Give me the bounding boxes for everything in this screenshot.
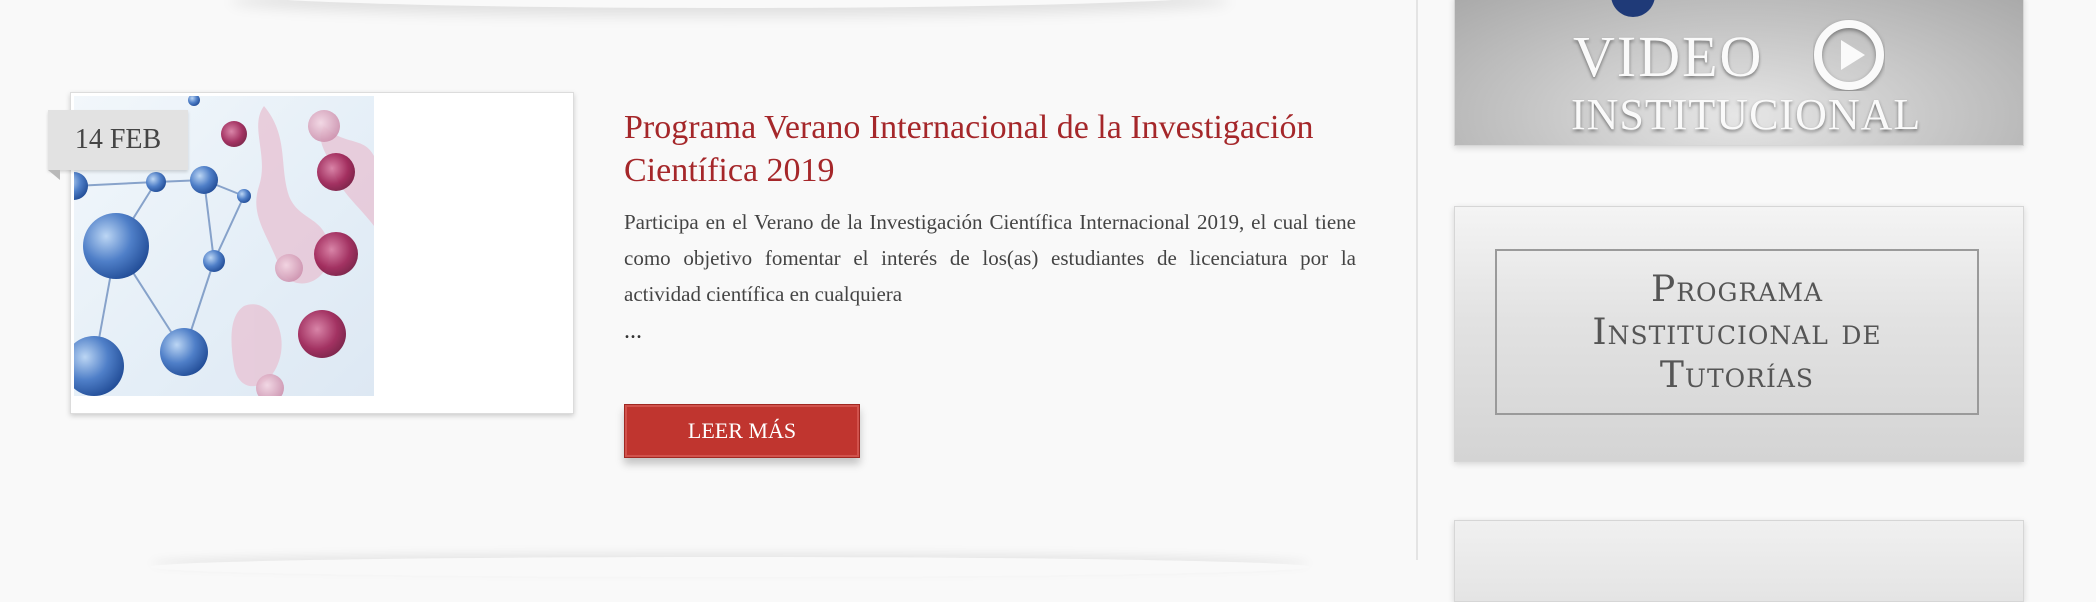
tutorias-banner-text: Programa Institucional de Tutorías (1592, 268, 1881, 397)
video-banner-subtitle: INSTITUCIONAL (1571, 90, 1922, 139)
tutorias-line-2: Institucional de (1592, 311, 1882, 353)
tutorias-line-1: Programa (1650, 268, 1824, 310)
logo-gear-icon (1611, 0, 1655, 17)
excerpt-ellipsis: ... (624, 318, 642, 344)
next-item-shadow (150, 557, 1310, 577)
sidebar-divider (1416, 0, 1418, 560)
news-list: 14 FEB Programa Verano Internacional de … (0, 0, 1416, 560)
tutorias-banner[interactable]: Programa Institucional de Tutorías (1454, 206, 2024, 462)
video-institucional-banner[interactable]: VIDEO INSTITUCIONAL (1454, 0, 2024, 146)
tutorias-banner-frame: Programa Institucional de Tutorías (1495, 249, 1979, 415)
play-icon[interactable] (1813, 19, 1885, 96)
post-title[interactable]: Programa Verano Internacional de la Inve… (624, 106, 1359, 192)
previous-item-shadow (230, 0, 1230, 8)
post-excerpt: Participa en el Verano de la Investigaci… (624, 210, 1356, 306)
next-sidebar-banner[interactable] (1454, 520, 2024, 602)
tutorias-line-3: Tutorías (1659, 354, 1815, 396)
video-banner-title: VIDEO (1573, 24, 1764, 89)
date-badge-fold (48, 170, 60, 180)
post-date-badge: 14 FEB (48, 110, 188, 170)
read-more-button[interactable]: LEER MÁS (624, 404, 860, 458)
